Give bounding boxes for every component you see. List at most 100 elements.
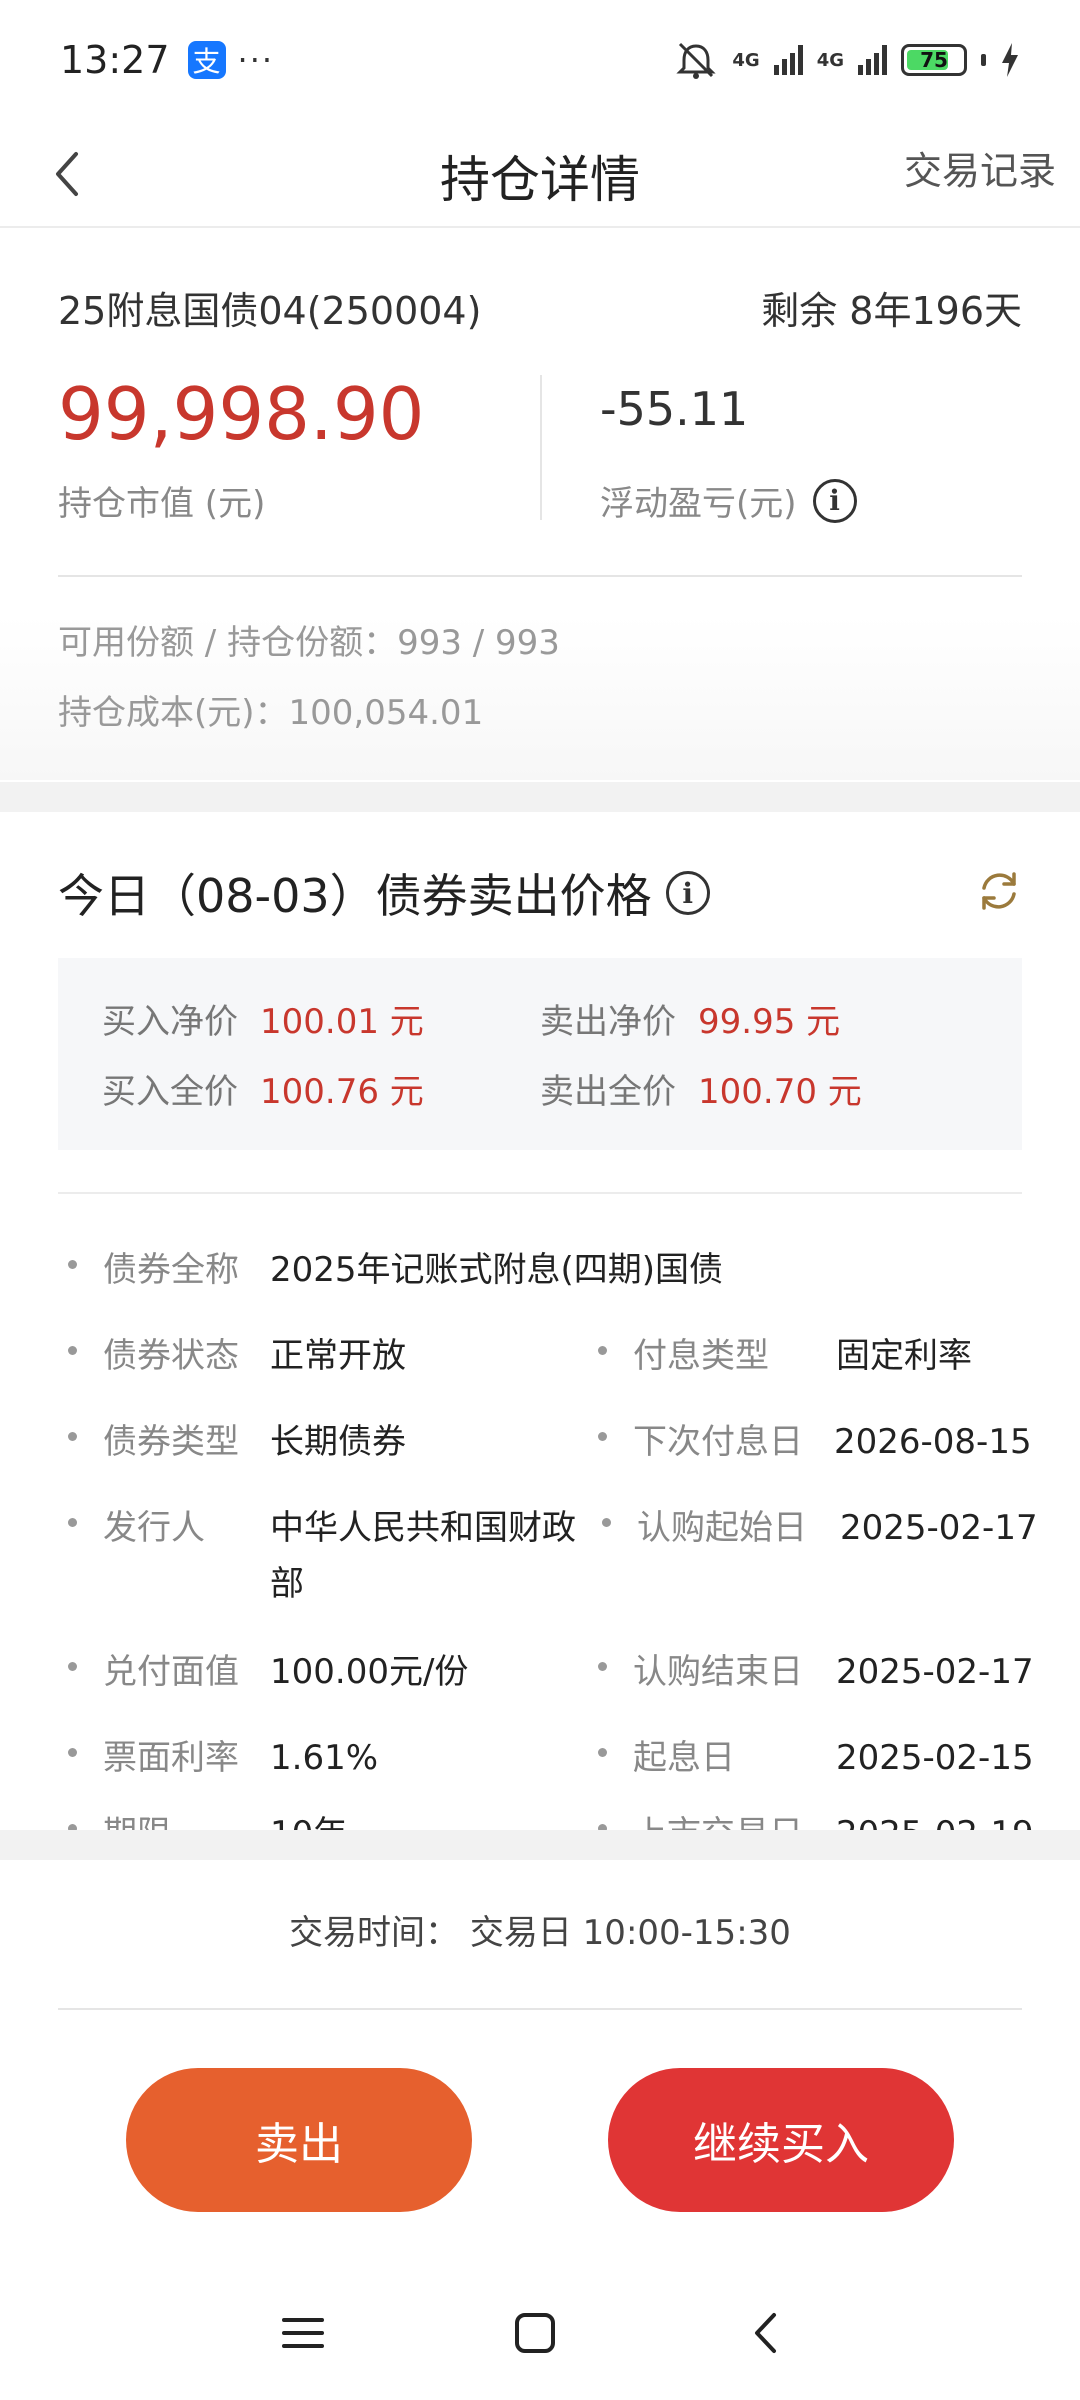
bond-details[interactable]: 债券全称 2025年记账式附息(四期)国债 债券状态 正常开放 付息类型 固定利…	[0, 1230, 1080, 1830]
issuer-value-line2: 部	[270, 1564, 304, 1604]
detail-interest-type: 付息类型 固定利率	[598, 1328, 972, 1384]
subscribe-end-value: 2025-02-17	[836, 1652, 1034, 1692]
sell-button[interactable]: 卖出	[126, 2068, 472, 2212]
listing-date-label: 上市交易日	[633, 1806, 803, 1830]
bond-status-label: 债券状态	[103, 1336, 239, 1376]
detail-label: 期限	[68, 1806, 270, 1830]
next-payment-value: 2026-08-15	[834, 1422, 1032, 1462]
sell-full-price-label: 卖出全价	[540, 1072, 676, 1112]
bond-type-value: 长期债券	[270, 1422, 406, 1462]
full-name-label: 债券全称	[103, 1250, 239, 1290]
value-date-value: 2025-02-15	[836, 1738, 1034, 1778]
bond-status-value: 正常开放	[270, 1336, 406, 1376]
detail-label: 债券全称	[68, 1242, 270, 1298]
bullet	[598, 1748, 607, 1757]
next-payment-label: 下次付息日	[633, 1422, 803, 1462]
price-section-title-row: 今日（08-03）债券卖出价格 i	[58, 860, 710, 926]
bond-name: 25附息国债04(250004)	[58, 289, 482, 333]
detail-full-name: 债券全称 2025年记账式附息(四期)国债	[68, 1242, 723, 1298]
price-box: 买入净价 100.01 元 卖出净价 99.95 元 买入全价 100.76 元…	[58, 958, 1022, 1150]
detail-label: 下次付息日	[598, 1414, 834, 1470]
price-info-icon[interactable]: i	[665, 871, 710, 915]
value-date-label: 起息日	[633, 1738, 735, 1778]
detail-label: 发行人	[68, 1500, 270, 1612]
buy-net-price-label: 买入净价	[102, 1002, 238, 1042]
system-nav-bar	[0, 2280, 1080, 2390]
sell-net-price: 卖出净价 99.95 元	[540, 994, 840, 1043]
battery-percent: 75	[920, 48, 948, 72]
alipay-icon: 支	[187, 41, 226, 79]
remaining-term: 剩余 8年196天	[761, 289, 1022, 333]
signal-icon-2	[858, 45, 887, 75]
divider	[58, 1192, 1022, 1194]
issuer-value: 中华人民共和国财政 部	[270, 1500, 576, 1612]
term-label: 期限	[103, 1806, 171, 1830]
bullet	[68, 1432, 77, 1441]
floating-pl: -55.11	[600, 382, 749, 436]
bullet	[598, 1432, 607, 1441]
detail-subscribe-end: 认购结束日 2025-02-17	[598, 1644, 1034, 1700]
bullet	[68, 1518, 77, 1527]
vertical-divider	[540, 375, 542, 520]
holding-card: 25附息国债04(250004) 剩余 8年196天 99,998.90 持仓市…	[0, 230, 1080, 780]
buy-net-price: 买入净价 100.01 元	[102, 994, 424, 1043]
interest-type-value: 固定利率	[836, 1336, 972, 1376]
market-value: 99,998.90	[58, 372, 425, 456]
detail-issuer: 发行人 中华人民共和国财政 部	[68, 1500, 576, 1612]
bullet	[598, 1346, 607, 1355]
detail-label: 认购起始日	[602, 1500, 840, 1556]
sell-full-price-value: 100.70 元	[698, 1072, 862, 1112]
more-notifications-icon: ···	[237, 41, 275, 79]
price-section-title: 今日（08-03）债券卖出价格	[58, 869, 652, 923]
buy-more-button[interactable]: 继续买入	[608, 2068, 954, 2212]
status-bar: 13:27 支 ··· 4G 4G 75	[0, 0, 1080, 120]
menu-icon[interactable]	[280, 2310, 326, 2356]
bullet	[598, 1662, 607, 1671]
status-icons: 4G 4G 75	[674, 40, 1020, 80]
detail-label: 票面利率	[68, 1730, 270, 1786]
section-separator	[0, 782, 1080, 812]
sell-net-price-label: 卖出净价	[540, 1002, 676, 1042]
subscribe-end-label: 认购结束日	[633, 1652, 803, 1692]
detail-next-payment: 下次付息日 2026-08-15	[598, 1414, 1032, 1470]
back-icon[interactable]	[744, 2310, 790, 2356]
buy-full-price-value: 100.76 元	[260, 1072, 424, 1112]
mute-icon	[676, 42, 716, 79]
buy-net-price-value: 100.01 元	[260, 1002, 424, 1042]
subscribe-start-label: 认购起始日	[637, 1508, 807, 1548]
detail-label: 兑付面值	[68, 1644, 270, 1700]
bullet	[68, 1748, 77, 1757]
face-value-value: 100.00元/份	[270, 1652, 469, 1692]
bond-type-label: 债券类型	[103, 1422, 239, 1462]
detail-listing-date: 上市交易日 2025-02-19	[598, 1806, 1034, 1830]
detail-term: 期限 10年	[68, 1806, 347, 1830]
detail-subscribe-start: 认购起始日 2025-02-17	[602, 1500, 1038, 1556]
bullet	[68, 1346, 77, 1355]
detail-label: 认购结束日	[598, 1644, 836, 1700]
sell-net-price-value: 99.95 元	[698, 1002, 841, 1042]
battery-cap	[981, 54, 986, 66]
face-value-label: 兑付面值	[103, 1652, 239, 1692]
trade-record-link[interactable]: 交易记录	[904, 140, 1056, 195]
interest-type-label: 付息类型	[633, 1336, 769, 1376]
charging-icon	[1002, 43, 1018, 77]
detail-label: 债券类型	[68, 1414, 270, 1470]
status-time: 13:27	[60, 38, 170, 82]
floating-pl-label-row: 浮动盈亏(元) i	[600, 476, 857, 525]
issuer-label: 发行人	[103, 1508, 205, 1548]
coupon-rate-label: 票面利率	[103, 1738, 239, 1778]
section-separator	[0, 1830, 1080, 1860]
market-value-label: 持仓市值 (元)	[58, 484, 266, 524]
home-icon[interactable]	[512, 2310, 558, 2356]
shares-info: 可用份额 / 持仓份额：993 / 993	[58, 623, 560, 663]
refresh-icon[interactable]	[976, 868, 1022, 914]
info-icon[interactable]: i	[812, 478, 857, 523]
term-value: 10年	[270, 1806, 347, 1830]
bullet	[602, 1518, 611, 1527]
subscribe-start-value: 2025-02-17	[840, 1508, 1038, 1548]
divider	[58, 575, 1022, 577]
detail-bond-type: 债券类型 长期债券	[68, 1414, 406, 1470]
detail-label: 起息日	[598, 1730, 836, 1786]
detail-label: 上市交易日	[598, 1806, 836, 1830]
trade-time: 交易时间： 交易日 10:00-15:30	[289, 1913, 791, 1953]
